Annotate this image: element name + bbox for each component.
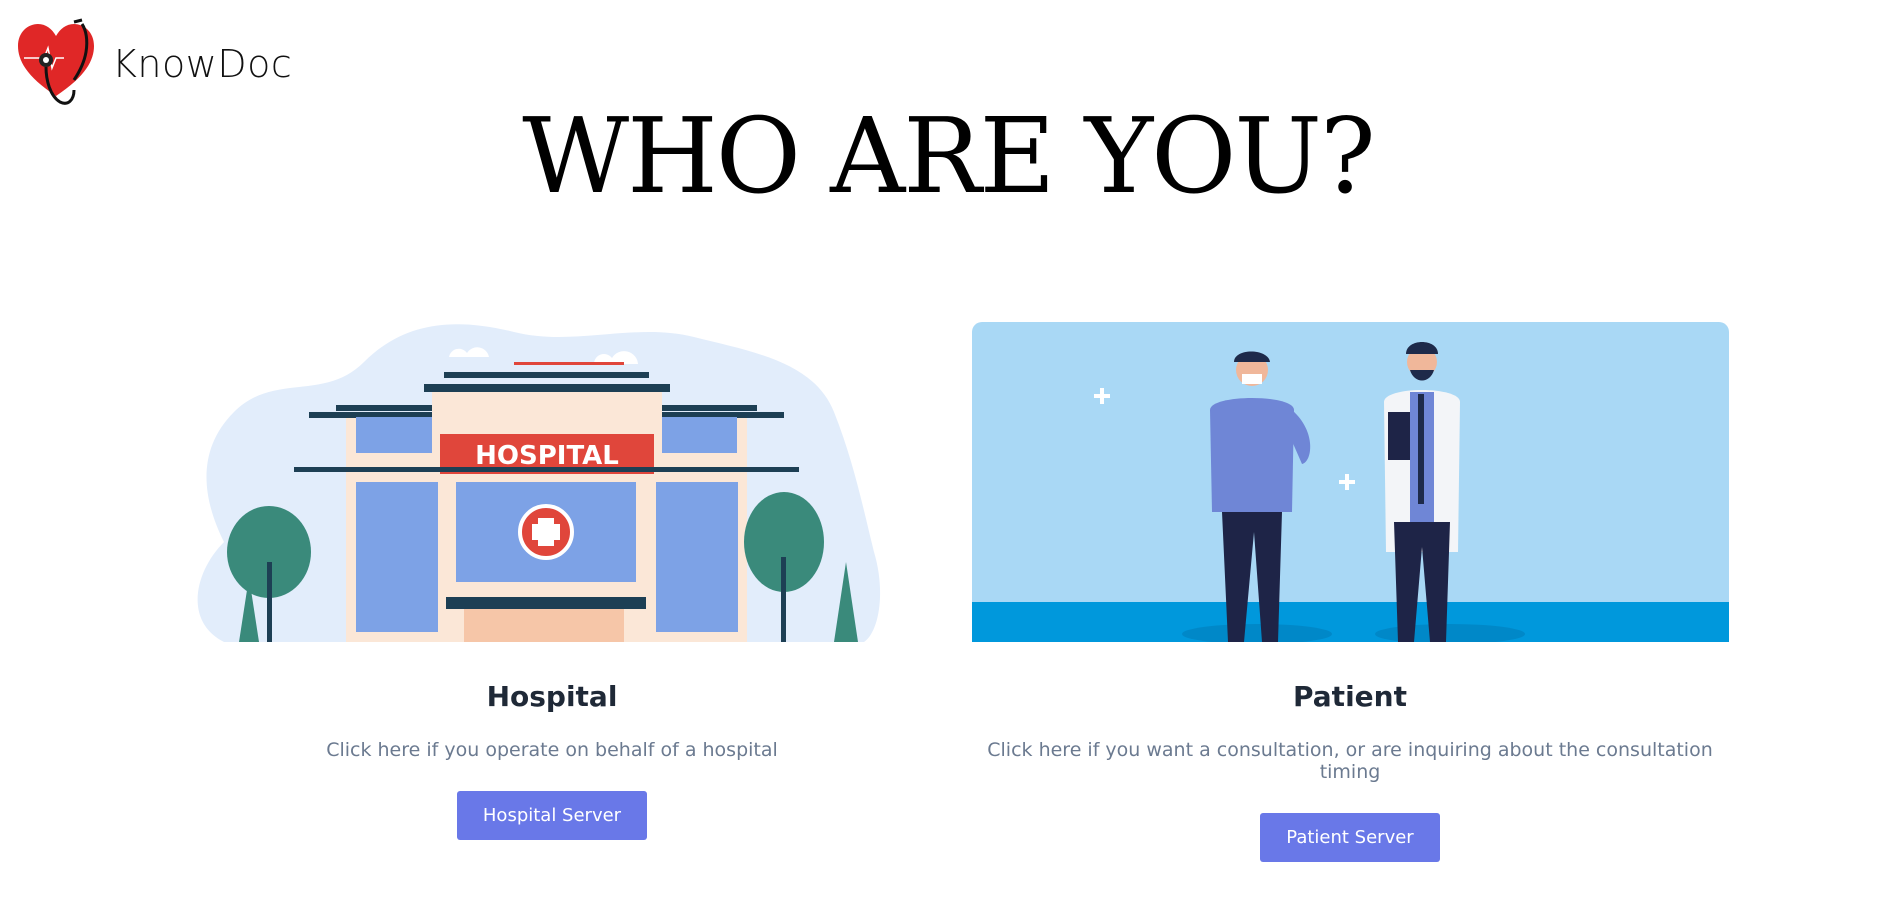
patient-card: Patient Click here if you want a consult… (970, 322, 1730, 862)
heart-stethoscope-icon (18, 18, 94, 105)
patient-server-button[interactable]: Patient Server (1260, 813, 1440, 862)
hospital-card: HOSPITAL Hospital Click here if you oper… (172, 322, 932, 840)
page-title: WHO ARE YOU? (522, 95, 1376, 217)
hospital-sign: HOSPITAL (475, 441, 619, 471)
patient-description: Click here if you want a consultation, o… (987, 739, 1713, 783)
hospital-title: Hospital (486, 680, 618, 713)
patient-title: Patient (1293, 680, 1407, 713)
brand-name: KnowDoc (112, 42, 293, 86)
patient-illustration[interactable] (971, 322, 1729, 642)
brand[interactable]: KnowDoc (16, 18, 292, 110)
hospital-illustration[interactable]: HOSPITAL (174, 322, 931, 642)
hospital-server-button[interactable]: Hospital Server (456, 791, 648, 840)
hospital-description: Click here if you operate on behalf of a… (326, 739, 778, 761)
